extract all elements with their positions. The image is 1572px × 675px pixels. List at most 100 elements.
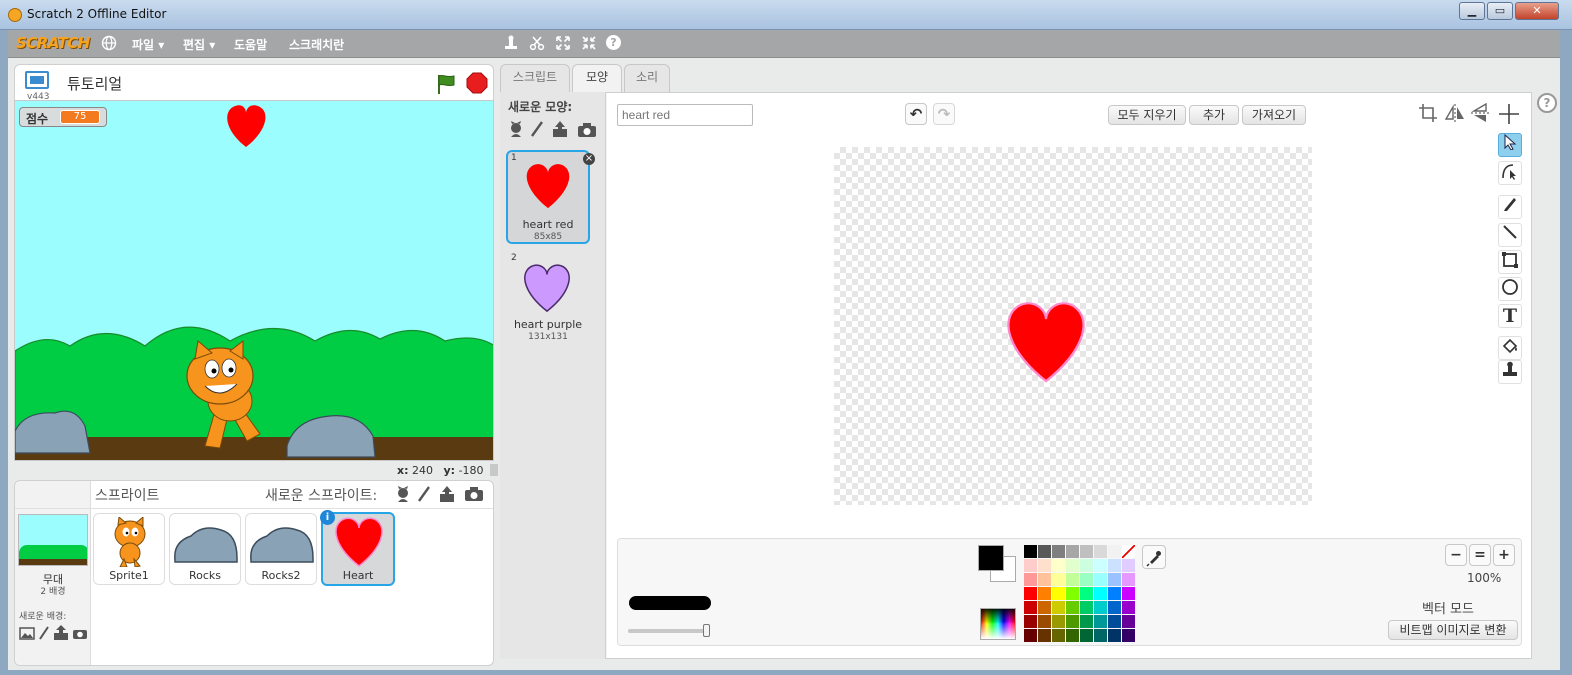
costume-library-icon[interactable] (507, 120, 525, 141)
palette-swatch[interactable] (1052, 573, 1065, 586)
palette-swatch[interactable] (1108, 559, 1121, 572)
sprite-tile-rocks[interactable]: Rocks (169, 513, 241, 585)
palette-swatch[interactable] (1052, 587, 1065, 600)
palette-swatch[interactable] (1122, 615, 1135, 628)
menu-about[interactable]: 스크래치란 (289, 36, 344, 53)
costume-tile-1[interactable]: 1 heart red 85x85 (506, 150, 590, 244)
costume-tile-2[interactable]: 2 heart purple 131x131 (506, 250, 590, 344)
paint-backdrop-icon[interactable] (38, 626, 50, 643)
project-title[interactable]: 튜토리얼 (67, 73, 122, 94)
line-icon[interactable] (1498, 223, 1522, 247)
palette-swatch[interactable] (1066, 559, 1079, 572)
score-monitor[interactable]: 점수 75 (19, 107, 107, 127)
palette-swatch[interactable] (1080, 629, 1093, 642)
camera-new-sprite-icon[interactable] (464, 486, 484, 505)
tips-help-icon[interactable]: ? (1537, 93, 1557, 113)
upload-sprite-icon[interactable] (438, 485, 456, 506)
slider-thumb[interactable] (703, 624, 710, 637)
flip-horizontal-icon[interactable] (1444, 103, 1466, 126)
tab-costumes[interactable]: 모양 (572, 64, 622, 92)
clear-button[interactable]: 모두 지우기 (1108, 105, 1186, 125)
palette-swatch[interactable] (1094, 545, 1107, 558)
zoom-out-button[interactable]: − (1445, 544, 1467, 566)
grow-icon[interactable] (554, 35, 572, 55)
sprite-tile-sprite1[interactable]: Sprite1 (93, 513, 165, 585)
close-button[interactable]: ✕ (1515, 2, 1559, 20)
menu-help[interactable]: 도움말 (234, 36, 267, 53)
delete-costume-icon[interactable]: × (583, 153, 595, 165)
color-picker-spectrum[interactable] (980, 608, 1016, 640)
palette-swatch[interactable] (1080, 587, 1093, 600)
palette-swatch[interactable] (1024, 629, 1037, 642)
text-icon[interactable]: T (1498, 304, 1522, 328)
palette-swatch[interactable] (1052, 545, 1065, 558)
palette-swatch[interactable] (1108, 573, 1121, 586)
primary-color-swatch[interactable] (978, 545, 1004, 571)
palette-swatch[interactable] (1108, 545, 1121, 558)
menu-file[interactable]: 파일 ▾ (132, 36, 164, 53)
language-globe-icon[interactable] (100, 35, 118, 55)
sprite-tile-rocks2[interactable]: Rocks2 (245, 513, 317, 585)
palette-swatch[interactable] (1094, 601, 1107, 614)
eyedropper-icon[interactable] (1142, 545, 1166, 569)
costume-name-input[interactable] (617, 104, 753, 126)
palette-swatch[interactable] (1080, 573, 1093, 586)
palette-swatch[interactable] (1038, 587, 1051, 600)
ellipse-icon[interactable] (1498, 277, 1522, 301)
zoom-reset-button[interactable]: = (1469, 544, 1491, 566)
palette-swatch[interactable] (1080, 615, 1093, 628)
palette-swatch[interactable] (1052, 601, 1065, 614)
palette-swatch[interactable] (1122, 629, 1135, 642)
palette-swatch[interactable] (1066, 601, 1079, 614)
camera-backdrop-icon[interactable] (72, 627, 88, 643)
palette-swatch[interactable] (1038, 629, 1051, 642)
redo-button[interactable]: ↷ (933, 103, 955, 125)
paint-costume-icon[interactable] (530, 120, 544, 141)
import-button[interactable]: 가져오기 (1242, 105, 1306, 125)
palette-swatch[interactable] (1094, 587, 1107, 600)
minimize-button[interactable]: ▁ (1459, 2, 1485, 20)
duplicate-stamp-icon[interactable] (1498, 360, 1522, 384)
palette-swatch[interactable] (1080, 601, 1093, 614)
palette-swatch[interactable] (1038, 573, 1051, 586)
shrink-icon[interactable] (580, 35, 598, 55)
maximize-button[interactable]: ▭ (1487, 2, 1513, 20)
transparent-color-swatch[interactable] (1122, 545, 1135, 558)
convert-to-bitmap-button[interactable]: 비트맵 이미지로 변환 (1388, 620, 1518, 640)
add-button[interactable]: 추가 (1189, 105, 1239, 125)
help-icon[interactable]: ? (606, 35, 624, 50)
palette-swatch[interactable] (1038, 559, 1051, 572)
green-flag-icon[interactable] (435, 73, 457, 98)
reshape-icon[interactable] (1498, 161, 1522, 185)
stroke-width-slider[interactable] (628, 624, 710, 637)
palette-swatch[interactable] (1024, 559, 1037, 572)
palette-swatch[interactable] (1108, 615, 1121, 628)
palette-swatch[interactable] (1052, 559, 1065, 572)
cut-icon[interactable] (528, 35, 546, 55)
palette-swatch[interactable] (1052, 629, 1065, 642)
palette-swatch[interactable] (1066, 629, 1079, 642)
pencil-icon[interactable] (1498, 195, 1522, 219)
upload-costume-icon[interactable] (551, 120, 569, 141)
palette-swatch[interactable] (1024, 587, 1037, 600)
palette-swatch[interactable] (1038, 615, 1051, 628)
crop-icon[interactable] (1418, 103, 1438, 126)
palette-swatch[interactable] (1038, 545, 1051, 558)
scratch-logo[interactable]: SCRATCH (16, 34, 90, 52)
palette-swatch[interactable] (1108, 629, 1121, 642)
palette-swatch[interactable] (1122, 601, 1135, 614)
undo-button[interactable]: ↶ (905, 103, 927, 125)
palette-swatch[interactable] (1024, 573, 1037, 586)
tab-sounds[interactable]: 소리 (624, 64, 670, 92)
palette-swatch[interactable] (1108, 601, 1121, 614)
palette-swatch[interactable] (1024, 545, 1037, 558)
stage-canvas[interactable]: 점수 75 (14, 100, 494, 461)
select-icon[interactable] (1498, 133, 1522, 157)
palette-swatch[interactable] (1108, 587, 1121, 600)
paint-canvas[interactable] (834, 147, 1312, 505)
menu-edit[interactable]: 편집 ▾ (183, 36, 215, 53)
fill-icon[interactable] (1498, 336, 1522, 360)
palette-swatch[interactable] (1066, 615, 1079, 628)
palette-swatch[interactable] (1024, 615, 1037, 628)
palette-swatch[interactable] (1122, 559, 1135, 572)
